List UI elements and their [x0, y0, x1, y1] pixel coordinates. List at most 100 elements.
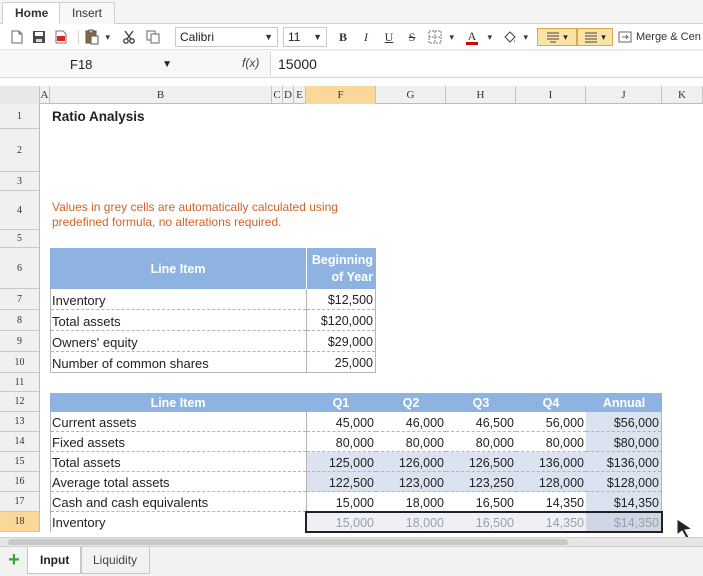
new-file-button[interactable] — [8, 27, 26, 47]
row-header-4[interactable]: 4 — [0, 191, 40, 230]
table2-label-fixed-assets[interactable]: Fixed assets — [51, 432, 306, 452]
save-button[interactable] — [30, 27, 48, 47]
scrollbar-thumb[interactable] — [8, 539, 568, 545]
column-header-i[interactable]: I — [516, 86, 586, 104]
table2-label-inventory[interactable]: Inventory — [51, 512, 306, 532]
add-sheet-icon[interactable]: + — [6, 550, 22, 570]
bold-button[interactable]: B — [335, 27, 351, 47]
table2-cell[interactable]: 126,500 — [446, 452, 516, 472]
name-box[interactable]: F18 ▼ — [4, 52, 180, 76]
row-header-16[interactable]: 16 — [0, 472, 40, 492]
vertical-align-button[interactable]: ▾ — [537, 28, 577, 46]
column-header-g[interactable]: G — [376, 86, 446, 104]
table2-cell[interactable]: 46,500 — [446, 412, 516, 432]
row-header-14[interactable]: 14 — [0, 432, 40, 452]
table2-cell[interactable]: 45,000 — [307, 412, 376, 432]
fill-color-button[interactable]: ▾ — [502, 27, 532, 47]
table1-value-inventory[interactable]: $12,500 — [307, 289, 375, 310]
table1-label-inventory[interactable]: Inventory — [51, 289, 306, 310]
table2-cell[interactable]: 16,500 — [446, 492, 516, 512]
column-header-j[interactable]: J — [586, 86, 662, 104]
underline-button[interactable]: U — [381, 27, 397, 47]
font-color-button[interactable]: A ▾ — [466, 27, 496, 47]
table2-header-q4[interactable]: Q4 — [516, 393, 586, 412]
select-all-corner[interactable] — [0, 86, 40, 104]
table1-label-owners-equity[interactable]: Owners' equity — [51, 331, 306, 352]
table2-header-annual[interactable]: Annual — [586, 393, 662, 412]
table2-header-q3[interactable]: Q3 — [446, 393, 516, 412]
formula-input[interactable]: 15000 — [270, 52, 703, 76]
strikethrough-button[interactable]: S — [404, 27, 420, 47]
table2-cell[interactable]: 123,250 — [446, 472, 516, 492]
sheet-tab-liquidity[interactable]: Liquidity — [80, 547, 151, 574]
table1-header-boy[interactable]: Beginning of Year — [306, 248, 376, 289]
table2-cell[interactable]: 128,000 — [516, 472, 586, 492]
row-header-9[interactable]: 9 — [0, 331, 40, 352]
column-header-h[interactable]: H — [446, 86, 516, 104]
tab-insert[interactable]: Insert — [59, 2, 116, 25]
horizontal-align-button[interactable]: ▾ — [577, 28, 613, 46]
table1-label-common-shares[interactable]: Number of common shares — [51, 352, 306, 373]
row-header-17[interactable]: 17 — [0, 492, 40, 512]
table2-cell-annual[interactable]: $80,000 — [586, 432, 661, 452]
table2-cell[interactable]: 80,000 — [376, 432, 446, 452]
column-header-a[interactable]: A — [40, 86, 50, 104]
row-header-10[interactable]: 10 — [0, 352, 40, 373]
table2-cell[interactable]: 126,000 — [376, 452, 446, 472]
note-line-1[interactable]: Values in grey cells are automatically c… — [52, 200, 338, 214]
row-header-8[interactable]: 8 — [0, 310, 40, 331]
row-header-2[interactable]: 2 — [0, 129, 40, 172]
table2-cell[interactable]: 80,000 — [516, 432, 586, 452]
table2-header-q2[interactable]: Q2 — [376, 393, 446, 412]
table2-cell[interactable]: 125,000 — [307, 452, 376, 472]
paste-button[interactable]: ▾ — [84, 27, 114, 47]
row-header-15[interactable]: 15 — [0, 452, 40, 472]
table2-cell-annual[interactable]: $56,000 — [586, 412, 661, 432]
selection-range-outline[interactable] — [305, 511, 663, 533]
tab-home[interactable]: Home — [2, 2, 62, 25]
table1-value-total-assets[interactable]: $120,000 — [307, 310, 375, 331]
cut-button[interactable] — [120, 27, 138, 47]
table1-value-owners-equity[interactable]: $29,000 — [307, 331, 375, 352]
table2-cell[interactable]: 136,000 — [516, 452, 586, 472]
column-header-d[interactable]: D — [283, 86, 294, 104]
note-line-2[interactable]: predefined formula, no alterations requi… — [52, 215, 281, 229]
row-header-1[interactable]: 1 — [0, 104, 40, 129]
table2-header-line-item[interactable]: Line Item — [50, 393, 306, 412]
horizontal-scrollbar[interactable] — [0, 537, 703, 546]
table2-cell[interactable]: 123,000 — [376, 472, 446, 492]
column-header-b[interactable]: B — [50, 86, 272, 104]
table1-header-line-item[interactable]: Line Item — [50, 248, 306, 289]
merge-center-button[interactable]: Merge & Cen — [618, 27, 703, 47]
row-header-13[interactable]: 13 — [0, 412, 40, 432]
table2-cell-annual[interactable]: $128,000 — [586, 472, 661, 492]
table2-cell[interactable]: 56,000 — [516, 412, 586, 432]
table2-cell-annual[interactable]: $136,000 — [586, 452, 661, 472]
table1-label-total-assets[interactable]: Total assets — [51, 310, 306, 331]
table2-header-q1[interactable]: Q1 — [306, 393, 376, 412]
table2-cell[interactable]: 15,000 — [307, 492, 376, 512]
copy-button[interactable] — [144, 27, 162, 47]
borders-button[interactable]: ▾ — [428, 27, 458, 47]
export-pdf-button[interactable] — [52, 27, 70, 47]
table1-value-common-shares[interactable]: 25,000 — [307, 352, 375, 373]
sheet-tab-input[interactable]: Input — [27, 547, 83, 574]
table2-cell[interactable]: 122,500 — [307, 472, 376, 492]
table2-cell[interactable]: 46,000 — [376, 412, 446, 432]
table2-cell[interactable]: 14,350 — [516, 492, 586, 512]
table2-cell[interactable]: 18,000 — [376, 492, 446, 512]
column-header-k[interactable]: K — [662, 86, 703, 104]
sheet-title[interactable]: Ratio Analysis — [52, 109, 145, 124]
row-header-7[interactable]: 7 — [0, 289, 40, 310]
font-name-select[interactable]: Calibri ▼ — [175, 27, 278, 47]
row-header-12[interactable]: 12 — [0, 392, 40, 412]
column-header-c[interactable]: C — [272, 86, 283, 104]
table2-cell[interactable]: 80,000 — [446, 432, 516, 452]
font-size-select[interactable]: 11 ▼ — [283, 27, 327, 47]
table2-label-current-assets[interactable]: Current assets — [51, 412, 306, 432]
table2-cell-annual[interactable]: $14,350 — [586, 492, 661, 512]
table2-label-total-assets[interactable]: Total assets — [51, 452, 306, 472]
column-header-f[interactable]: F — [306, 86, 376, 104]
row-header-5[interactable]: 5 — [0, 230, 40, 248]
table2-label-average-total-assets[interactable]: Average total assets — [51, 472, 306, 492]
